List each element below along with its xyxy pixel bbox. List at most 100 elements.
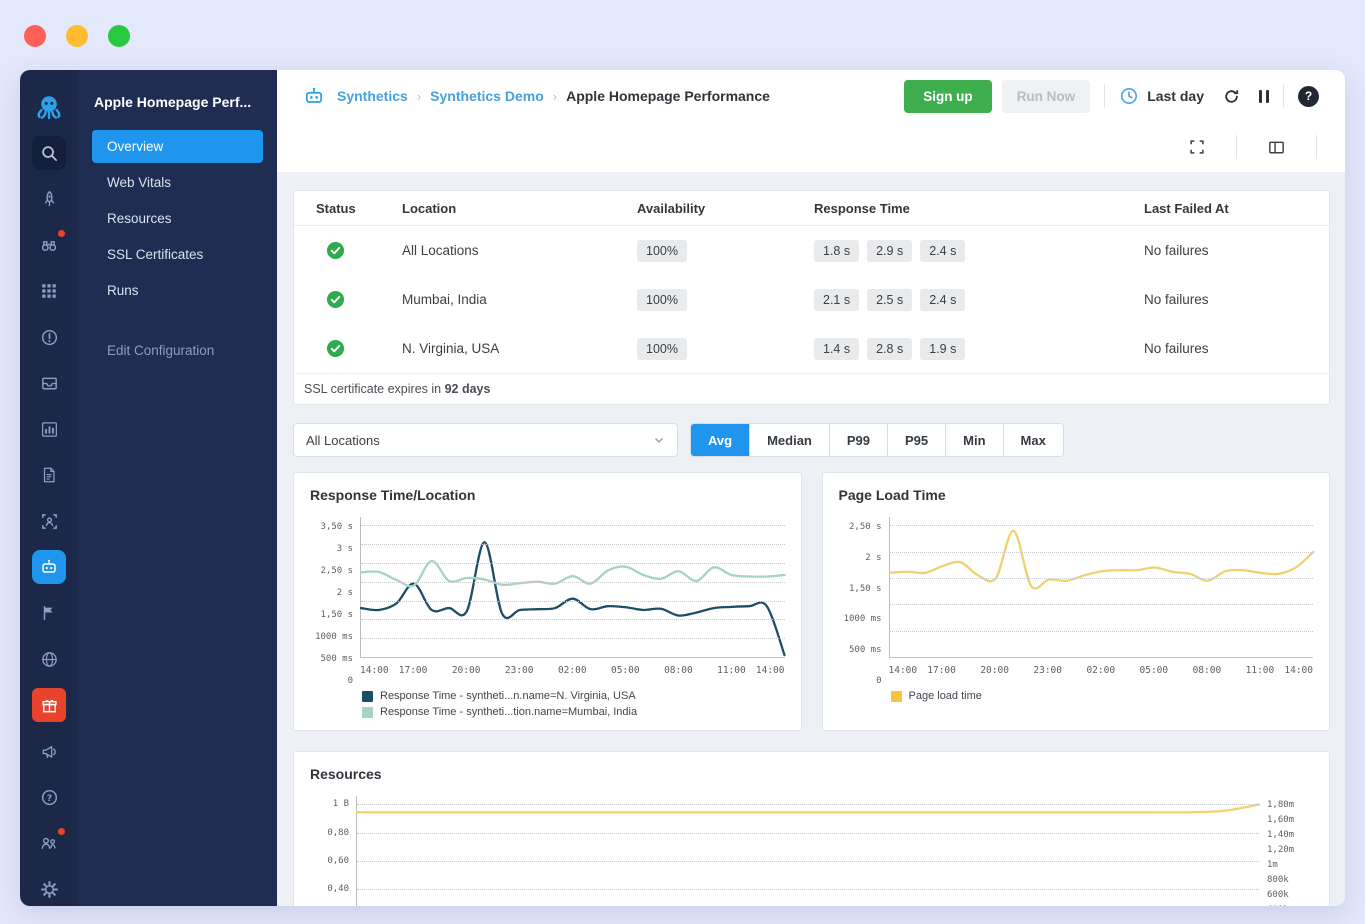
x-tick-label: 02:00 [1086,665,1116,676]
y-tick-label: 2 s [336,587,353,598]
chart-plot[interactable] [355,796,1261,906]
nav-item-runs[interactable]: Runs [92,274,263,307]
octopus-logo[interactable] [32,90,66,124]
minimize-window-button[interactable] [66,25,88,47]
aggregation-p99-button[interactable]: P99 [828,424,888,456]
search-rail-button[interactable] [32,136,66,170]
scan-user-icon [41,513,57,529]
edit-configuration-link[interactable]: Edit Configuration [92,343,263,358]
y-tick-label-right: 1,20m [1267,845,1295,855]
legend-swatch-icon [362,690,373,702]
help-button[interactable]: ? [1298,85,1319,107]
legend-label: Response Time - syntheti...n.name=N. Vir… [380,690,636,702]
aggregation-p95-button[interactable]: P95 [887,424,946,456]
aggregation-median-button[interactable]: Median [749,424,829,456]
divider [1316,135,1317,159]
response-time-badge: 2.9 s [867,239,913,262]
x-tick-label: 05:00 [611,665,640,676]
synthetics-rail-button[interactable] [32,550,66,584]
x-tick-label: 20:00 [980,665,1009,676]
table-row[interactable]: Mumbai, India 100% 2.1 s 2.5 s 2.4 s No failu… [294,275,1329,324]
table-row[interactable]: All Locations 100% 1.8 s 2.9 s 2.4 s No failu… [294,226,1329,275]
aggregation-min-button[interactable]: Min [945,424,1003,456]
response-time-badge: 2.4 s [920,239,966,262]
gridline [361,657,785,658]
gift-icon [41,699,57,712]
legend-label: Response Time - syntheti...tion.name=Mum… [380,706,638,718]
columns-icon [1269,141,1284,153]
last-failed-cell: No failures [1144,292,1209,307]
inbox-icon [41,377,57,389]
dashboards-rail-button[interactable] [32,412,66,446]
chart-plot[interactable] [359,517,786,658]
legend-item: Page load time [890,690,1314,702]
divider [1283,84,1284,108]
alert-icon [41,329,57,345]
breadcrumb-synthetics-demo[interactable]: Synthetics Demo [430,88,544,104]
rewards-rail-button[interactable] [32,688,66,722]
y-tick-label: 2 s [865,552,882,563]
status-pages-rail-button[interactable] [32,642,66,676]
y-tick-label: 1,50 s [320,609,353,620]
page-load-time-chart: Page Load Time 2,50 s 2 s 1,50 s 1000 ms 500… [821,472,1330,731]
rum-rail-button[interactable] [32,504,66,538]
ssl-note-text: SSL certificate expires in [304,382,445,396]
y-tick-label: 1 B [332,799,349,810]
column-header-location: Location [402,200,457,216]
breadcrumb-synthetics[interactable]: Synthetics [337,88,408,104]
flag-icon [43,605,53,621]
time-range-selector[interactable]: Last day [1119,86,1204,106]
x-tick-label: 17:00 [927,665,956,676]
refresh-button[interactable] [1222,87,1241,106]
response-times-cell: 1.4 s 2.8 s 1.9 s [814,337,1144,360]
status-table-card: Status Location Availability Response Ti… [293,190,1330,405]
settings-rail-button[interactable] [32,872,66,906]
discover-rail-button[interactable] [32,228,66,262]
aggregation-max-button[interactable]: Max [1002,424,1063,456]
location-dropdown[interactable]: All Locations [293,423,678,457]
last-failed-cell: No failures [1144,243,1209,258]
aggregation-avg-button[interactable]: Avg [691,424,750,456]
nav-item-web-vitals[interactable]: Web Vitals [92,166,263,199]
chart-title: Response Time/Location [310,487,476,503]
project-title: Apple Homepage Perf... [94,94,252,110]
maximize-window-button[interactable] [108,25,130,47]
inbox-rail-button[interactable] [32,366,66,400]
experience-rail-button[interactable] [32,182,66,216]
fullscreen-button[interactable] [1188,138,1206,156]
gridline [889,551,1313,553]
x-tick-label: 23:00 [1033,665,1062,676]
layout-columns-button[interactable] [1267,138,1286,157]
help-rail-button[interactable]: ? [32,780,66,814]
gridline [889,604,1313,606]
nav-item-ssl-certificates[interactable]: SSL Certificates [92,238,263,271]
help-circle-icon: ? [41,789,57,805]
nav-item-overview[interactable]: Overview [92,130,263,163]
chart-plot[interactable] [888,517,1315,658]
y-tick-label-right: 600k [1267,890,1289,900]
run-now-button[interactable]: Run Now [1001,79,1091,113]
alerts-rail-button[interactable] [32,320,66,354]
team-rail-button[interactable] [32,826,66,860]
flags-rail-button[interactable] [32,596,66,630]
close-window-button[interactable] [24,25,46,47]
series-line [888,529,1315,590]
pause-refresh-button[interactable] [1259,89,1269,103]
announcements-rail-button[interactable] [32,734,66,768]
divider [1104,84,1106,108]
logs-rail-button[interactable] [32,458,66,492]
series-line [355,803,1261,814]
charts-row: Response Time/Location 3,50 s 3 s 2,50 s 2 … [293,472,1330,731]
nav-item-resources[interactable]: Resources [92,202,263,235]
y-tick-label: 0,80 [327,827,349,838]
main-area: Synthetics › Synthetics Demo › Apple Hom… [277,70,1345,906]
y-axis-labels: 3,50 s 3 s 2,50 s 2 s 1,50 s 1000 ms 500 ms 0 [310,517,360,686]
location-cell: All Locations [402,243,479,258]
table-row[interactable]: N. Virginia, USA 100% 1.4 s 2.8 s 1.9 s No fa… [294,324,1329,373]
sign-up-button[interactable]: Sign up [904,79,992,113]
gridline [361,525,785,527]
apps-rail-button[interactable] [32,274,66,308]
y-tick-label: 1,50 s [848,583,882,594]
gridline [889,657,1313,658]
x-tick-label: 23:00 [504,665,534,676]
